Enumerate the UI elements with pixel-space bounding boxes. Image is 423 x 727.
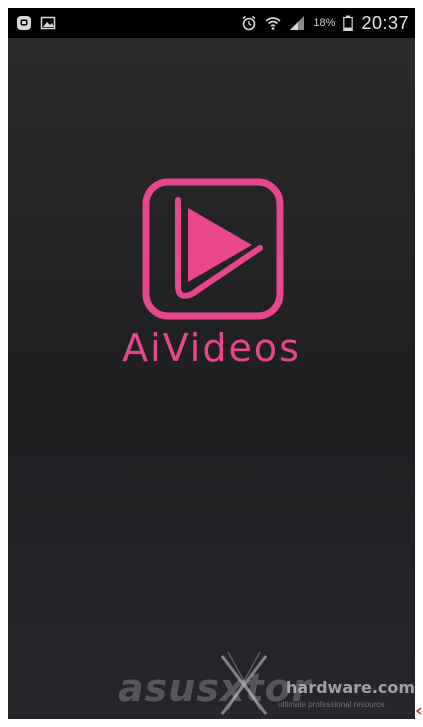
play-icon: [142, 178, 284, 320]
watermark-tagline: ultimate professional resource: [278, 700, 385, 709]
alarm-icon: [241, 15, 257, 31]
status-bar-right: 18% 20:37: [241, 13, 409, 34]
phone-screen: 18% 20:37 AiVideos asusxtor hardware.com…: [8, 8, 415, 719]
status-bar: 18% 20:37: [8, 8, 415, 38]
battery-icon: [343, 15, 354, 32]
notification-app-icon: [16, 15, 32, 31]
app-logo: [142, 178, 284, 320]
wifi-icon: [265, 15, 281, 31]
watermark-x-logo: [220, 651, 268, 715]
clock-time: 20:37: [361, 12, 409, 33]
image-icon: [40, 15, 56, 31]
signal-icon: [289, 15, 305, 31]
app-name-title: AiVideos: [122, 326, 301, 370]
watermark-site: hardware.com: [286, 678, 415, 697]
watermark: asusxtor hardware.com ultimate professio…: [118, 648, 415, 718]
battery-percent: 18%: [313, 17, 336, 29]
corner-arrow-icon: [415, 707, 422, 715]
status-bar-left: [16, 15, 56, 31]
